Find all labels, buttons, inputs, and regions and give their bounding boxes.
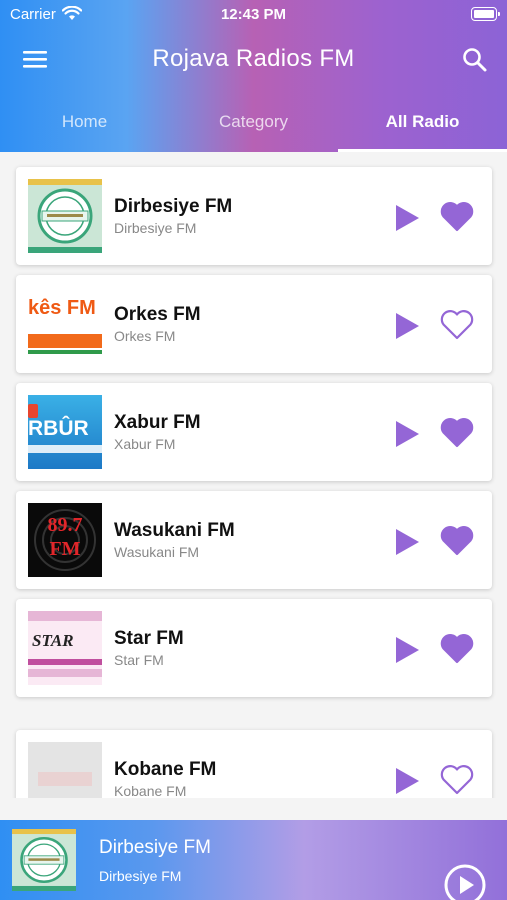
station-card[interactable]: Dirbesiye FM Dirbesiye FM — [16, 167, 492, 265]
station-subtitle: Orkes FM — [114, 328, 176, 344]
tab-bar: Home Category All Radio — [0, 100, 507, 152]
play-icon[interactable] — [393, 635, 421, 665]
station-name: Xabur FM — [114, 412, 201, 433]
play-icon[interactable] — [393, 311, 421, 341]
station-subtitle: Star FM — [114, 652, 164, 668]
station-name: Dirbesiye FM — [114, 196, 233, 217]
station-subtitle: Dirbesiye FM — [114, 220, 197, 236]
heart-icon[interactable] — [440, 308, 474, 340]
play-icon[interactable] — [393, 527, 421, 557]
station-logo-text: STAR — [32, 631, 74, 650]
station-name: Orkes FM — [114, 304, 201, 325]
now-playing-logo — [12, 829, 76, 891]
station-logo: STAR — [28, 611, 102, 685]
station-card[interactable]: kês FM Orkes FM Orkes FM — [16, 275, 492, 373]
station-logo — [28, 179, 102, 253]
station-logo: kês FM — [28, 287, 102, 361]
station-subtitle: Xabur FM — [114, 436, 176, 452]
station-logo-text: RBÛR — [28, 417, 89, 440]
page-title: Rojava Radios FM — [152, 45, 355, 72]
now-playing-bar[interactable]: Dirbesiye FM Dirbesiye FM — [0, 820, 507, 900]
app-header: Carrier 12:43 PM Rojava Radios FM Home C… — [0, 0, 507, 152]
station-subtitle: Wasukani FM — [114, 544, 200, 560]
station-card[interactable]: STAR Star FM Star FM — [16, 599, 492, 697]
heart-icon[interactable] — [440, 632, 474, 664]
status-time: 12:43 PM — [220, 6, 287, 23]
station-name: Wasukani FM — [114, 520, 235, 541]
station-name: Kobane FM — [114, 759, 217, 780]
heart-icon[interactable] — [440, 200, 474, 232]
station-card[interactable]: Kobane FM Kobane FM — [16, 730, 492, 798]
station-logo-text: kês FM — [28, 297, 96, 319]
search-button[interactable] — [459, 44, 491, 76]
station-card[interactable]: 89.7 FM Wasukani FM Wasukani FM — [16, 491, 492, 589]
play-icon[interactable] — [393, 766, 421, 796]
play-icon[interactable] — [393, 419, 421, 449]
station-subtitle: Kobane FM — [114, 783, 187, 798]
now-playing-subtitle: Dirbesiye FM — [99, 868, 182, 884]
now-playing-title: Dirbesiye FM — [99, 837, 211, 858]
heart-icon[interactable] — [440, 524, 474, 556]
station-logo-text: 89.7 FM — [47, 514, 83, 560]
station-name: Star FM — [114, 628, 184, 649]
tab-category[interactable]: Category — [169, 100, 338, 152]
tab-all-radio[interactable]: All Radio — [338, 100, 507, 152]
station-list[interactable]: Dirbesiye FM Dirbesiye FM kês FM Orkes F… — [0, 152, 507, 798]
station-logo — [28, 742, 102, 798]
station-logo: 89.7 FM — [28, 503, 102, 577]
play-circle-icon[interactable] — [442, 862, 488, 900]
heart-icon[interactable] — [440, 416, 474, 448]
station-logo: RBÛR — [28, 395, 102, 469]
heart-icon[interactable] — [440, 763, 474, 795]
station-card[interactable]: RBÛR Xabur FM Xabur FM — [16, 383, 492, 481]
status-bar: Carrier 12:43 PM — [0, 0, 507, 30]
play-icon[interactable] — [393, 203, 421, 233]
search-icon — [463, 48, 487, 72]
tab-home[interactable]: Home — [0, 100, 169, 152]
battery-icon — [471, 7, 500, 21]
